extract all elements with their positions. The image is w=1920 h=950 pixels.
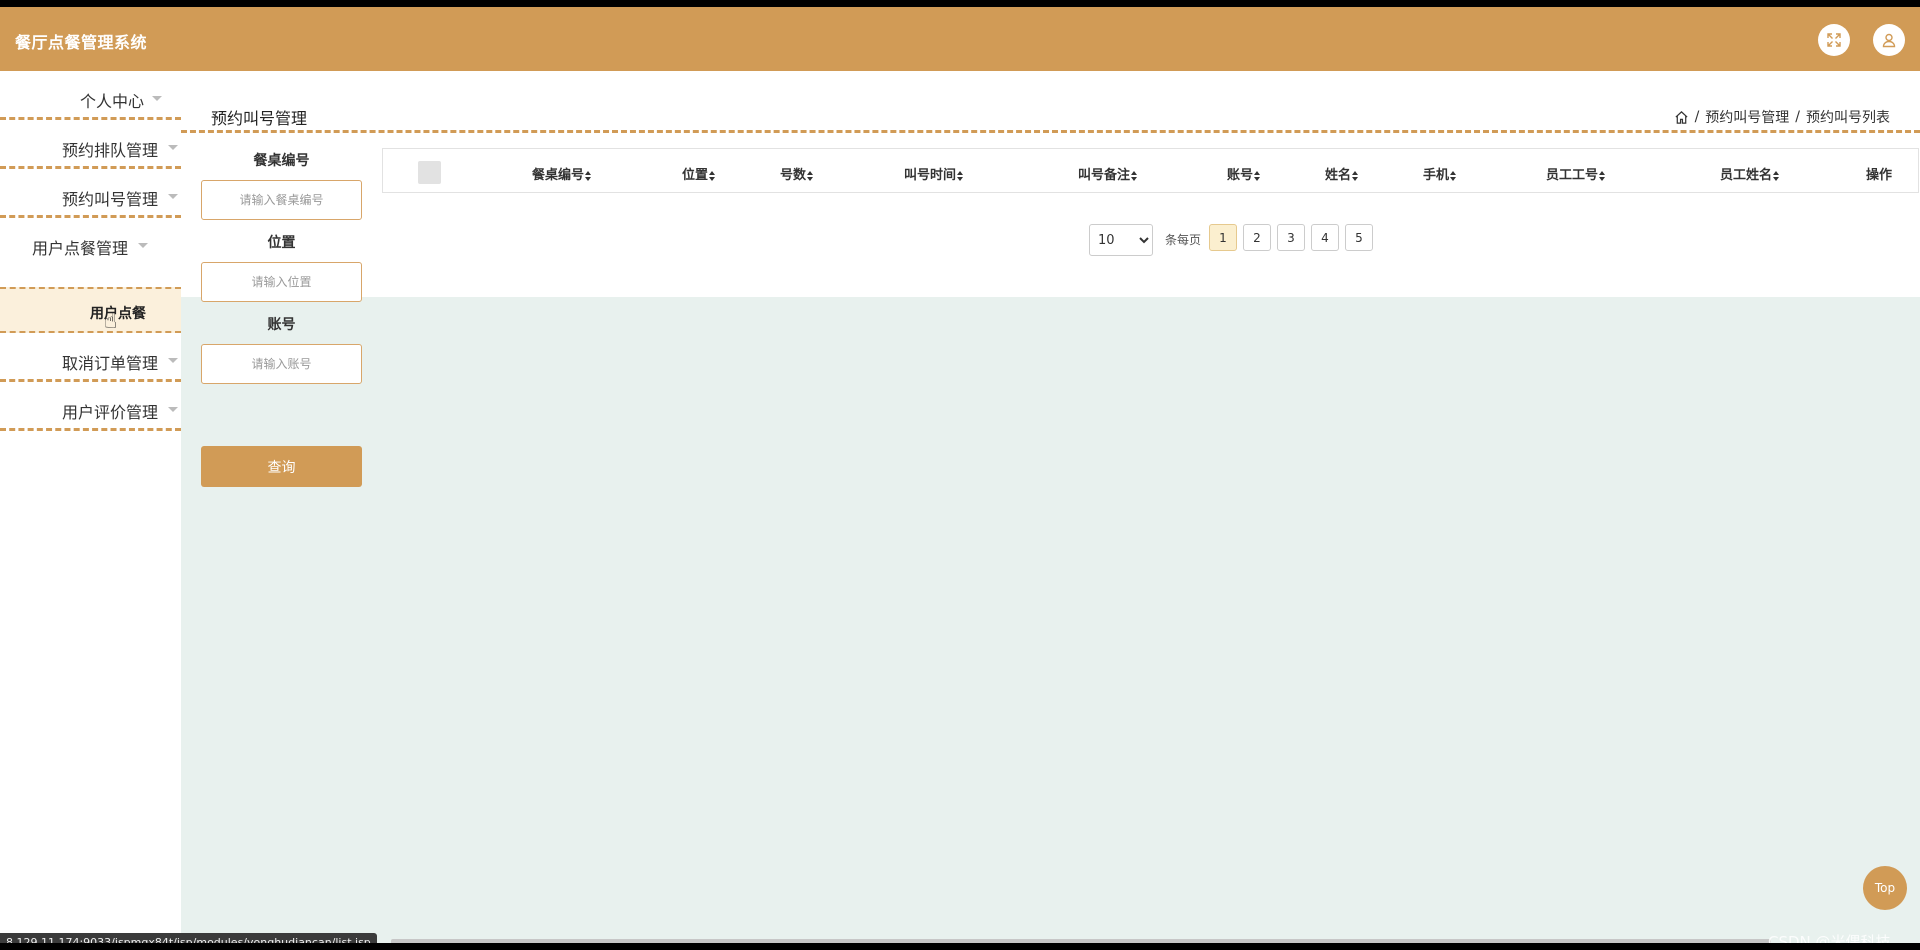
column-header-table-number[interactable]: 餐桌编号: [532, 164, 592, 183]
page-button-2[interactable]: 2: [1243, 224, 1271, 251]
sidebar-item-personal-center[interactable]: 个人中心: [0, 71, 181, 120]
page-button-3[interactable]: 3: [1277, 224, 1305, 251]
sidebar: 个人中心 预约排队管理 预约叫号管理 用户点餐管理 用户点餐 ☝ 取消订单管理 …: [0, 71, 181, 943]
page-button-1[interactable]: 1: [1209, 224, 1237, 251]
user-icon: [1882, 33, 1896, 48]
account-input[interactable]: [201, 344, 362, 384]
breadcrumb-separator: /: [1795, 109, 1800, 125]
sidebar-item-cancel-orders[interactable]: 取消订单管理: [0, 333, 181, 382]
fullscreen-icon: [1827, 33, 1841, 47]
sort-icon: [585, 170, 592, 181]
sidebar-subitem-label: 用户点餐: [90, 306, 146, 322]
sidebar-item-label: 用户评价管理: [62, 403, 159, 422]
sidebar-item-user-reviews[interactable]: 用户评价管理: [0, 382, 181, 431]
sidebar-item-label: 取消订单管理: [62, 354, 159, 373]
sidebar-subitem-user-order[interactable]: 用户点餐: [0, 287, 181, 333]
horizontal-scrollbar[interactable]: [391, 939, 1771, 943]
caret-down-icon: [168, 194, 178, 199]
breadcrumb-separator: /: [1694, 109, 1700, 125]
column-header-phone[interactable]: 手机: [1423, 164, 1457, 183]
page-title: 预约叫号管理: [211, 109, 308, 128]
sort-icon: [1450, 170, 1457, 181]
user-button[interactable]: [1873, 24, 1905, 56]
sidebar-item-label: 预约叫号管理: [62, 190, 159, 209]
column-header-staff-id[interactable]: 员工工号: [1546, 164, 1606, 183]
top-bar: 餐厅点餐管理系统: [0, 7, 1920, 71]
sort-icon: [1599, 170, 1606, 181]
data-table: 餐桌编号 位置 号数 叫号时间 叫号备注 账号 姓名 手机 员工工号 员工姓名 …: [382, 148, 1919, 193]
sidebar-item-label: 个人中心: [80, 92, 145, 111]
caret-down-icon: [168, 407, 178, 412]
sort-icon: [1352, 170, 1359, 181]
fullscreen-button[interactable]: [1818, 24, 1850, 56]
sidebar-item-user-orders[interactable]: 用户点餐管理: [0, 218, 181, 267]
caret-down-icon: [168, 145, 178, 150]
sidebar-item-queue-booking[interactable]: 预约排队管理: [0, 120, 181, 169]
column-header-label: 位置: [682, 168, 709, 183]
page-button-4[interactable]: 4: [1311, 224, 1339, 251]
sort-icon: [1131, 170, 1138, 181]
column-header-label: 手机: [1423, 168, 1450, 183]
status-url: 8.129.11.174:9033/jspmgx84t/jsp/modules/…: [0, 933, 377, 943]
per-page-label: 条每页: [1165, 233, 1202, 247]
sort-icon: [1773, 170, 1780, 181]
main-content: 餐桌编号 位置 账号 查询 餐桌编号 位置 号数 叫号时间 叫号备注 账号 姓名…: [181, 136, 1920, 943]
column-header-label: 员工工号: [1546, 168, 1599, 183]
home-icon[interactable]: [1674, 110, 1689, 125]
sidebar-item-label: 用户点餐管理: [32, 239, 129, 258]
sort-icon: [1254, 170, 1261, 181]
page-button-5[interactable]: 5: [1345, 224, 1373, 251]
breadcrumb-item: 预约叫号列表: [1806, 110, 1890, 126]
sidebar-item-label: 预约排队管理: [62, 141, 159, 160]
caret-down-icon: [168, 358, 178, 363]
page-header: 预约叫号管理 / 预约叫号管理 / 预约叫号列表: [181, 71, 1920, 133]
sort-icon: [957, 170, 964, 181]
column-header-label: 号数: [780, 168, 807, 183]
query-button[interactable]: 查询: [201, 446, 362, 487]
select-all-checkbox[interactable]: [418, 161, 441, 184]
breadcrumb: / 预约叫号管理 / 预约叫号列表: [1674, 107, 1890, 127]
column-header-name[interactable]: 姓名: [1325, 164, 1359, 183]
sort-icon: [709, 170, 716, 181]
caret-down-icon: [152, 96, 162, 101]
location-label: 位置: [267, 235, 296, 251]
column-header-location[interactable]: 位置: [682, 164, 716, 183]
hand-cursor-icon: ☝: [104, 309, 118, 334]
table-number-input[interactable]: [201, 180, 362, 220]
watermark: CSDN @米偶科技: [1768, 933, 1891, 943]
table-number-label: 餐桌编号: [253, 153, 310, 169]
caret-down-icon: [138, 243, 148, 248]
sidebar-item-number-calling[interactable]: 预约叫号管理: [0, 169, 181, 218]
column-header-label: 姓名: [1325, 168, 1352, 183]
column-header-account[interactable]: 账号: [1227, 164, 1261, 183]
column-header-label: 叫号时间: [904, 168, 957, 183]
sort-icon: [807, 170, 814, 181]
column-header-number[interactable]: 号数: [780, 164, 814, 183]
breadcrumb-item[interactable]: 预约叫号管理: [1705, 107, 1789, 127]
back-to-top-button[interactable]: Top: [1863, 866, 1907, 910]
app-title: 餐厅点餐管理系统: [15, 33, 148, 52]
column-header-label: 餐桌编号: [532, 168, 585, 183]
page-size-select[interactable]: 10: [1089, 224, 1153, 256]
column-header-label: 账号: [1227, 168, 1254, 183]
column-header-actions: 操作: [1866, 168, 1893, 183]
location-input[interactable]: [201, 262, 362, 302]
column-header-label: 员工姓名: [1720, 168, 1773, 183]
column-header-label: 叫号备注: [1078, 168, 1131, 183]
column-header-staff-name[interactable]: 员工姓名: [1720, 164, 1780, 183]
app-window: 餐厅点餐管理系统 个人中心 预约排队管理 预约叫号管理 用户点餐管理 用户点餐 …: [0, 7, 1920, 943]
column-header-call-note[interactable]: 叫号备注: [1078, 164, 1138, 183]
account-label: 账号: [267, 317, 296, 333]
column-header-call-time[interactable]: 叫号时间: [904, 164, 964, 183]
